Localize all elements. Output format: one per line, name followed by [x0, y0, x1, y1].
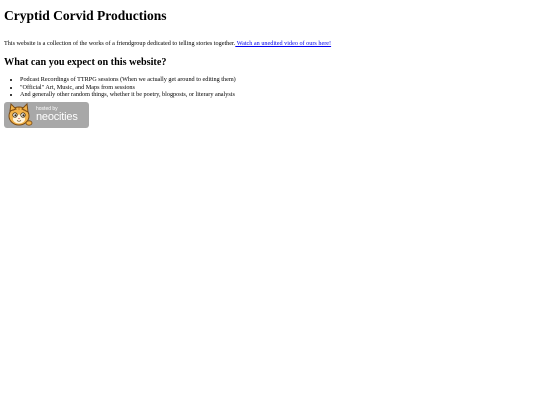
intro-text: This website is a collection of the work…: [4, 40, 236, 47]
page-content: Cryptid Corvid Productions This website …: [0, 0, 540, 128]
feature-list: Podcast Recordings of TTRPG sessions (Wh…: [4, 76, 536, 99]
badge-brand-label: neocities: [36, 110, 78, 123]
video-link[interactable]: Watch an unedited video of ours here!: [235, 40, 331, 47]
page-title: Cryptid Corvid Productions: [4, 8, 167, 23]
neocities-cat-icon: [8, 102, 33, 126]
section-heading: What can you expect on this website?: [4, 57, 167, 68]
list-item: And generally other random things, wheth…: [20, 91, 536, 99]
list-item: Podcast Recordings of TTRPG sessions (Wh…: [20, 76, 536, 84]
list-item: "Official" Art, Music, and Maps from ses…: [20, 84, 536, 92]
intro-paragraph: This website is a collection of the work…: [4, 40, 536, 48]
neocities-badge[interactable]: hosted by neocities: [4, 101, 89, 128]
